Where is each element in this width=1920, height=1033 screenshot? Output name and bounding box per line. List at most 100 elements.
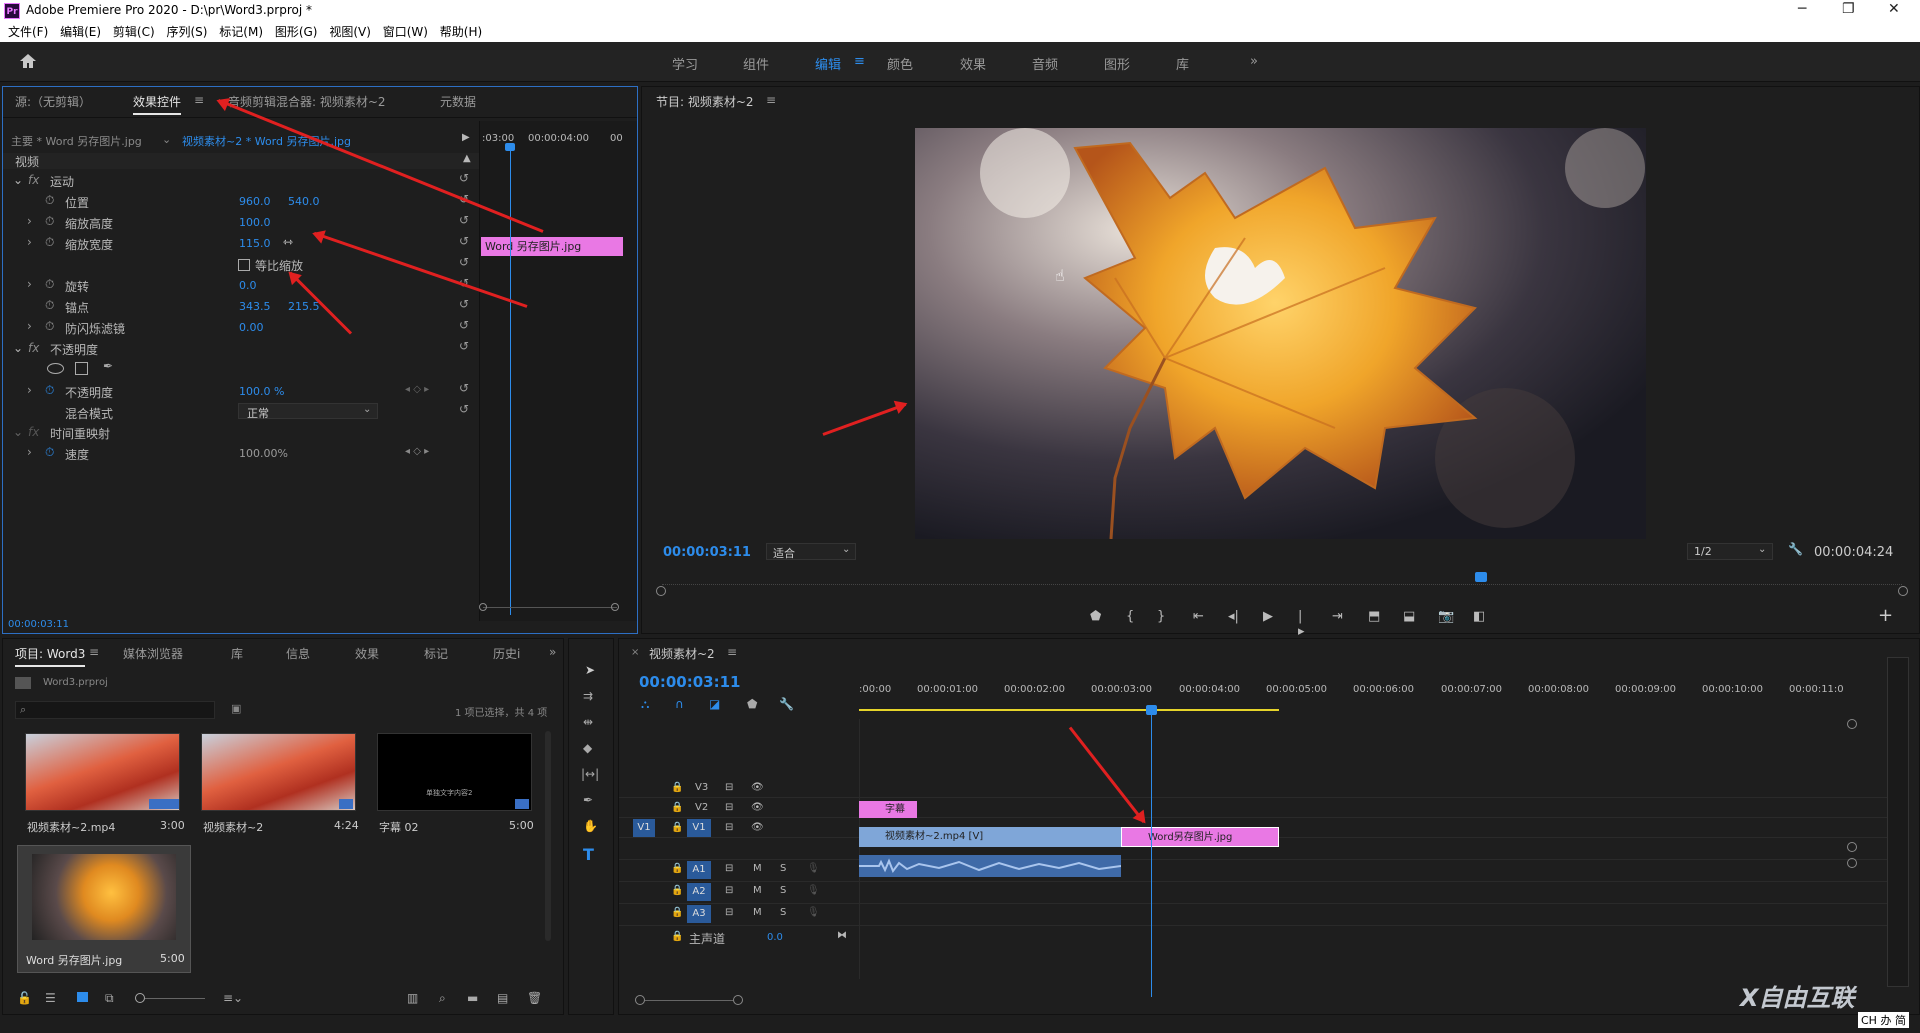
timeline-timecode[interactable]: 00:00:03:11 xyxy=(639,673,741,691)
scroll-up-icon[interactable]: ▲ xyxy=(463,153,471,164)
home-icon[interactable] xyxy=(18,51,40,71)
track-a3[interactable]: A3 xyxy=(687,905,711,923)
workspace-audio[interactable]: 音频 xyxy=(1032,54,1058,73)
maximize-icon[interactable]: ❐ xyxy=(1842,1,1855,17)
program-title[interactable]: 节目: 视频素材~2 xyxy=(656,93,754,110)
compare-icon[interactable]: ◧ xyxy=(1473,609,1485,624)
mic-icon[interactable]: 🎙 xyxy=(807,885,820,896)
caption-clip[interactable]: 字幕 xyxy=(859,801,917,818)
horizontal-zoom-handle[interactable] xyxy=(733,995,743,1005)
new-item-icon[interactable]: ▤ xyxy=(497,991,508,1005)
snap-icon[interactable]: ⛬ xyxy=(641,697,649,712)
tab-libraries[interactable]: 库 xyxy=(231,645,243,662)
track-v1[interactable]: V1 xyxy=(687,819,711,837)
tab-audio-mixer[interactable]: 音频剪辑混合器: 视频素材~2 xyxy=(228,93,386,110)
resolution-select[interactable]: 1/2 ⌄ xyxy=(1687,543,1773,560)
tab-effect-controls[interactable]: 效果控件 xyxy=(133,93,182,115)
menu-sequence[interactable]: 序列(S) xyxy=(166,22,207,42)
stopwatch-icon[interactable]: ⏱ xyxy=(45,319,54,334)
mute-button[interactable]: M xyxy=(753,907,762,918)
tab-markers[interactable]: 标记 xyxy=(424,645,448,662)
icon-view-icon[interactable] xyxy=(77,992,88,1002)
program-scrubber[interactable] xyxy=(662,575,1902,585)
mini-clip[interactable]: Word 另存图片.jpg xyxy=(481,237,623,256)
find-icon[interactable]: ⌕ xyxy=(439,991,446,1006)
expand-chevron-icon[interactable]: › xyxy=(27,214,32,228)
track-a1[interactable]: A1 xyxy=(687,861,711,879)
workspace-color[interactable]: 颜色 xyxy=(887,54,913,73)
reset-icon[interactable]: ↺ xyxy=(459,318,469,332)
track-v3[interactable]: V3 xyxy=(695,782,708,793)
lock-icon[interactable]: 🔒 xyxy=(671,863,683,874)
stopwatch-icon[interactable]: ⏱ xyxy=(45,298,54,313)
expand-icon[interactable]: ⌄ xyxy=(13,425,23,439)
horizontal-zoom-handle[interactable] xyxy=(635,995,645,1005)
vertical-zoom-handle[interactable] xyxy=(1847,842,1857,852)
workspace-effects[interactable]: 效果 xyxy=(960,54,986,73)
image-clip[interactable]: Word另存图片.jpg xyxy=(1121,827,1279,847)
zoom-handle-left[interactable] xyxy=(656,586,666,596)
workspace-libraries[interactable]: 库 xyxy=(1176,54,1189,73)
anchor-y-value[interactable]: 215.5 xyxy=(288,300,320,313)
item-name[interactable]: 视频素材~2.mp4 xyxy=(27,819,115,835)
tab-project[interactable]: 项目: Word3 xyxy=(15,645,86,667)
uniform-scale-checkbox[interactable] xyxy=(238,259,250,271)
workspace-menu-icon[interactable]: ≡ xyxy=(854,54,865,69)
effect-mini-timeline[interactable]: :03:00 00:00:04:00 00 Word 另存图片.jpg xyxy=(479,121,637,621)
linked-selection-icon[interactable]: ∩ xyxy=(675,697,684,711)
selected-item-card[interactable]: Word 另存图片.jpg 5:00 xyxy=(17,845,191,973)
mic-icon[interactable]: 🎙 xyxy=(807,863,820,874)
tab-menu-icon[interactable]: ≡ xyxy=(194,93,204,107)
expand-chevron-icon[interactable]: › xyxy=(27,319,32,333)
add-marker-icon[interactable]: ⬟ xyxy=(747,697,757,711)
mute-button[interactable]: M xyxy=(753,885,762,896)
reset-icon[interactable]: ↺ xyxy=(459,213,469,227)
item-name[interactable]: 视频素材~2 xyxy=(203,819,263,835)
tab-media-browser[interactable]: 媒体浏览器 xyxy=(123,645,183,662)
menu-help[interactable]: 帮助(H) xyxy=(440,22,482,42)
workspace-assembly[interactable]: 组件 xyxy=(743,54,769,73)
play-only-icon[interactable]: ▶ xyxy=(462,132,470,143)
play-icon[interactable]: ▶ xyxy=(1263,609,1273,624)
position-x-value[interactable]: 960.0 xyxy=(239,195,271,208)
minimize-icon[interactable]: ─ xyxy=(1798,1,1806,17)
solo-button[interactable]: S xyxy=(780,863,786,874)
list-view-icon[interactable]: ☰ xyxy=(45,991,56,1005)
scale-width-value[interactable]: 115.0 xyxy=(239,237,271,250)
reset-icon[interactable]: ↺ xyxy=(459,171,469,185)
solo-button[interactable]: S xyxy=(780,885,786,896)
new-bin-from-search-icon[interactable]: ▣ xyxy=(231,702,241,715)
lock-icon[interactable]: 🔒 xyxy=(671,802,683,813)
vertical-zoom-handle[interactable] xyxy=(1847,858,1857,868)
expand-chevron-icon[interactable]: › xyxy=(27,277,32,291)
tab-effects[interactable]: 效果 xyxy=(355,645,379,662)
playhead-handle[interactable] xyxy=(1146,705,1157,715)
new-bin-icon[interactable]: ▬ xyxy=(467,991,478,1005)
step-forward-icon[interactable]: |▸ xyxy=(1298,609,1305,639)
work-area-bar[interactable] xyxy=(859,709,1279,711)
mark-in-icon[interactable]: { xyxy=(1126,609,1134,624)
stopwatch-icon[interactable]: ⏱ xyxy=(45,235,54,250)
slip-tool-icon[interactable]: |↔| xyxy=(581,767,599,781)
lock-icon[interactable]: 🔒 xyxy=(671,885,683,896)
reset-icon[interactable]: ↺ xyxy=(459,255,469,269)
go-to-in-icon[interactable]: ⇤ xyxy=(1193,609,1204,624)
freeform-view-icon[interactable]: ⧉ xyxy=(105,991,114,1006)
rectangle-mask-icon[interactable] xyxy=(75,362,88,375)
tab-menu-icon[interactable]: ≡ xyxy=(727,645,737,659)
position-y-value[interactable]: 540.0 xyxy=(288,195,320,208)
add-button-icon[interactable]: + xyxy=(1878,605,1893,626)
lock-icon[interactable]: 🔒 xyxy=(671,822,683,833)
pen-mask-icon[interactable]: ✒ xyxy=(103,359,113,373)
more-workspaces-icon[interactable]: » xyxy=(1250,54,1258,69)
sync-lock-icon[interactable]: ⊟ xyxy=(725,863,733,874)
zoom-handle-right[interactable] xyxy=(611,603,619,611)
reset-icon[interactable]: ↺ xyxy=(459,381,469,395)
opacity-group-label[interactable]: 不透明度 xyxy=(50,341,98,358)
wrench-icon[interactable]: 🔧 xyxy=(1788,542,1803,556)
workspace-learn[interactable]: 学习 xyxy=(672,54,698,73)
lock-icon[interactable]: 🔒 xyxy=(671,907,683,918)
eye-icon[interactable]: 👁 xyxy=(751,782,764,793)
type-tool-icon[interactable]: T xyxy=(583,845,594,864)
stopwatch-icon[interactable]: ⏱ xyxy=(45,193,54,208)
